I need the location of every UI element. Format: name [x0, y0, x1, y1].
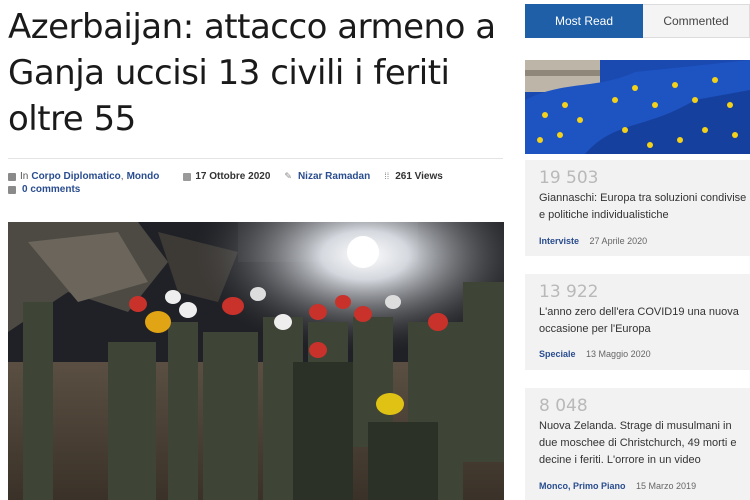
item-category-link[interactable]: Interviste — [539, 236, 579, 246]
meta-row-main: In Corpo Diplomatico , Mondo 17 Ottobre … — [8, 170, 503, 183]
article: Azerbaijan: attacco armeno a Ganja uccis… — [0, 0, 510, 500]
read-count: 13 922 — [539, 282, 599, 302]
comment-icon — [8, 185, 16, 194]
meta-divider — [8, 158, 503, 159]
article-meta: In Corpo Diplomatico , Mondo 17 Ottobre … — [8, 170, 503, 196]
meta-in-label: In — [20, 171, 29, 182]
item-footer: Interviste 27 Aprile 2020 — [539, 236, 647, 246]
category-link-corpo-diplomatico[interactable]: Corpo Diplomatico — [31, 170, 120, 183]
item-category-link[interactable]: Monco, Primo Piano — [539, 481, 626, 491]
item-date: 13 Maggio 2020 — [586, 349, 651, 359]
item-footer: Speciale 13 Maggio 2020 — [539, 349, 651, 359]
meta-row-comments: 0 comments — [8, 183, 503, 196]
item-category-link[interactable]: Speciale — [539, 349, 576, 359]
item-date: 15 Marzo 2019 — [636, 481, 697, 491]
most-read-item[interactable]: 8 048 Nuova Zelanda. Strage di musulmani… — [525, 388, 750, 500]
item-title-link[interactable]: Nuova Zelanda. Strage di musulmani in du… — [539, 418, 749, 469]
item-date: 27 Aprile 2020 — [589, 236, 648, 246]
pencil-icon: ✎ — [284, 171, 292, 181]
tab-commented[interactable]: Commented — [643, 4, 750, 38]
comments-link[interactable]: 0 comments — [22, 183, 80, 196]
eu-flag-image — [525, 60, 750, 154]
calendar-icon — [183, 172, 192, 181]
read-count: 8 048 — [539, 396, 588, 416]
article-photo — [8, 222, 504, 500]
category-link-mondo[interactable]: Mondo — [127, 170, 160, 183]
item-title-link[interactable]: Giannaschi: Europa tra soluzioni condivi… — [539, 190, 749, 224]
tab-most-read[interactable]: Most Read — [525, 4, 643, 38]
most-read-item[interactable]: 13 922 L'anno zero dell'era COVID19 una … — [525, 274, 750, 370]
views-icon: ⁞⁞ — [384, 171, 390, 181]
sidebar-tabs: Most Read Commented — [525, 4, 750, 38]
meta-comma: , — [120, 171, 124, 182]
article-photo-image — [8, 222, 504, 500]
item-footer: Monco, Primo Piano 15 Marzo 2019 — [539, 481, 696, 491]
article-date: 17 Ottobre 2020 — [195, 171, 271, 182]
article-views: 261 Views — [395, 171, 443, 182]
item-title-link[interactable]: L'anno zero dell'era COVID19 una nuova o… — [539, 304, 749, 338]
most-read-thumbnail[interactable] — [525, 60, 750, 154]
read-count: 19 503 — [539, 168, 599, 188]
author-link[interactable]: Nizar Ramadan — [298, 170, 370, 183]
article-headline: Azerbaijan: attacco armeno a Ganja uccis… — [8, 7, 496, 139]
folder-icon — [8, 172, 16, 181]
sidebar: Most Read Commented 19 503 Giannaschi: E… — [525, 0, 750, 500]
most-read-item[interactable]: 19 503 Giannaschi: Europa tra soluzioni … — [525, 160, 750, 256]
